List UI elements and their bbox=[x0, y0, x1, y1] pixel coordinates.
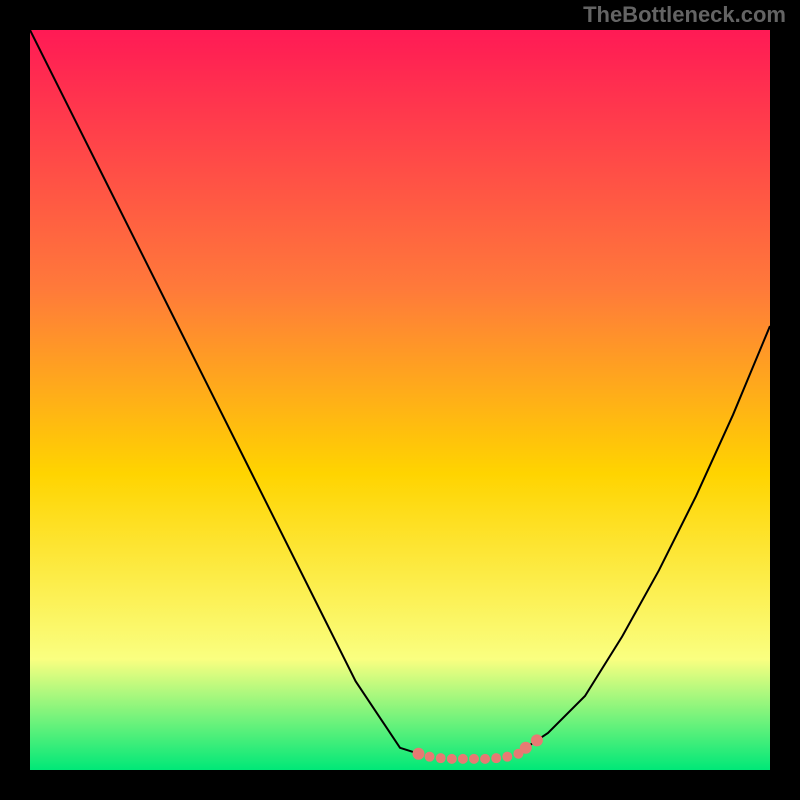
bottom-marker bbox=[520, 742, 532, 754]
bottom-marker bbox=[436, 753, 446, 763]
bottom-marker bbox=[458, 754, 468, 764]
chart-plot-area bbox=[30, 30, 770, 770]
bottom-marker bbox=[531, 734, 543, 746]
bottom-marker bbox=[480, 754, 490, 764]
chart-svg bbox=[30, 30, 770, 770]
bottom-marker bbox=[425, 752, 435, 762]
gradient-background bbox=[30, 30, 770, 770]
bottom-marker bbox=[502, 752, 512, 762]
watermark-text: TheBottleneck.com bbox=[583, 2, 786, 28]
bottom-marker bbox=[469, 754, 479, 764]
bottom-marker bbox=[447, 754, 457, 764]
bottom-marker bbox=[413, 748, 425, 760]
bottom-marker bbox=[491, 753, 501, 763]
